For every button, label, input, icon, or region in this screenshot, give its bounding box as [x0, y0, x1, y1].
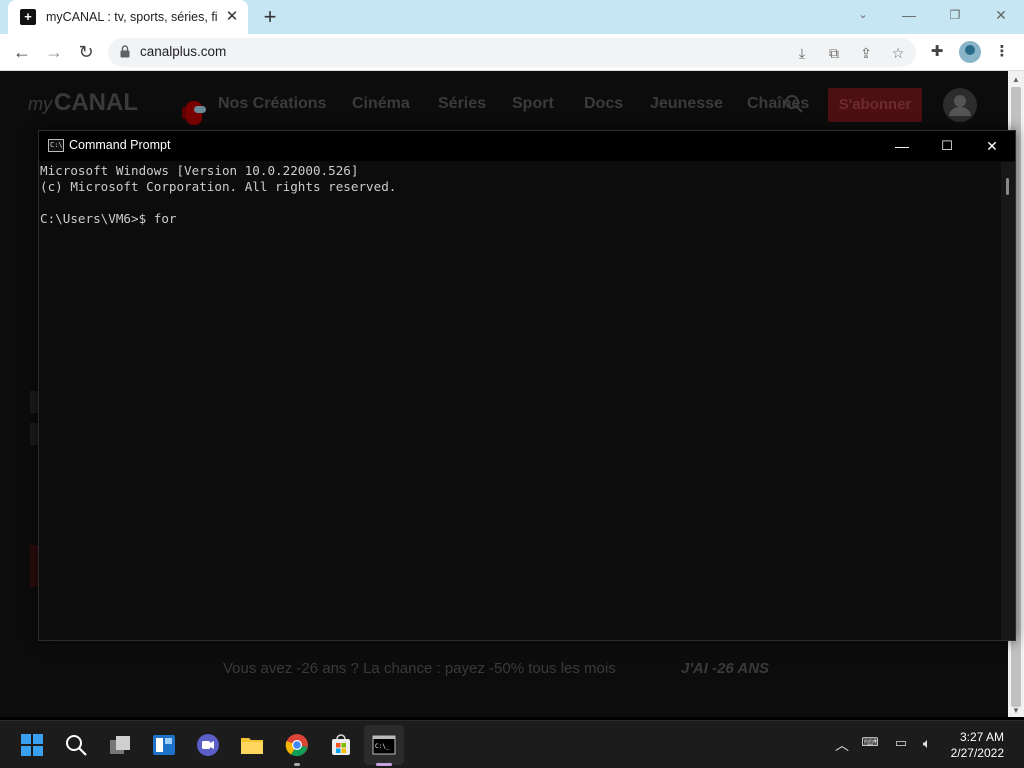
- task-view-icon[interactable]: [108, 733, 132, 757]
- teams-chat-icon[interactable]: [196, 733, 220, 757]
- microsoft-store-icon[interactable]: [329, 733, 353, 757]
- file-explorer-icon[interactable]: [240, 733, 264, 757]
- cmd-scrollbar-thumb[interactable]: [1006, 178, 1009, 195]
- network-icon[interactable]: ▭: [891, 735, 911, 751]
- chrome-running-indicator: [294, 763, 300, 766]
- subscribe-button[interactable]: S'abonner: [828, 88, 922, 122]
- url-text[interactable]: canalplus.com: [140, 44, 226, 59]
- widgets-icon[interactable]: [152, 733, 176, 757]
- new-tab-button[interactable]: +: [258, 5, 282, 29]
- profile-avatar-icon[interactable]: [959, 41, 981, 63]
- svg-text:C:\_: C:\_: [375, 743, 390, 750]
- mycanal-logo[interactable]: myCANAL: [28, 89, 138, 117]
- nav-sport[interactable]: Sport: [512, 95, 554, 113]
- scroll-down-icon[interactable]: ▼: [1012, 706, 1020, 715]
- nav-docs[interactable]: Docs: [584, 95, 623, 113]
- keyboard-icon[interactable]: ⌨: [860, 735, 880, 749]
- command-prompt-window[interactable]: C:\ Command Prompt — ☐ ✕ Microsoft Windo…: [38, 130, 1016, 641]
- start-windows-icon[interactable]: [20, 733, 44, 757]
- promo-text: Vous avez -26 ans ? La chance : payez -5…: [223, 660, 616, 677]
- scroll-up-icon[interactable]: ▲: [1012, 75, 1020, 84]
- tab-close-icon[interactable]: ✕: [224, 9, 240, 25]
- show-hidden-icons-chevron-icon[interactable]: ︿: [832, 735, 852, 755]
- forward-icon[interactable]: →: [41, 39, 67, 65]
- clock-time: 3:27 AM: [959, 730, 1004, 744]
- cmd-maximize-button[interactable]: ☐: [924, 131, 970, 161]
- user-icon: [949, 95, 971, 116]
- cmd-active-indicator: [376, 763, 392, 766]
- canal-favicon-icon: +: [20, 9, 36, 25]
- nav-series[interactable]: Séries: [438, 95, 486, 113]
- tab-search-icon[interactable]: ⌄: [840, 0, 886, 30]
- among-us-icon: [182, 101, 206, 125]
- restore-button[interactable]: ❐: [932, 0, 978, 30]
- bookmark-star-icon[interactable]: ☆: [888, 43, 908, 63]
- cmd-minimize-button[interactable]: —: [879, 131, 925, 161]
- browser-tab-mycanal[interactable]: + myCANAL : tv, sports, séries, film ✕: [8, 0, 248, 34]
- windows-taskbar: C:\_ ︿ ⌨ ▭ 🔈︎ 3:27 AM 2/27/2022: [0, 720, 1024, 768]
- cmd-close-button[interactable]: ✕: [969, 131, 1015, 161]
- nav-jeunesse[interactable]: Jeunesse: [650, 95, 723, 113]
- browser-toolbar: ← → ↻ canalplus.com ⤓ ⧉ ⇪ ☆ ✚ ⋮: [0, 34, 1024, 71]
- address-bar[interactable]: canalplus.com ⤓ ⧉ ⇪ ☆: [108, 38, 916, 67]
- console-output[interactable]: Microsoft Windows [Version 10.0.22000.52…: [39, 162, 1001, 640]
- cmd-titlebar[interactable]: C:\ Command Prompt — ☐ ✕: [39, 131, 1015, 161]
- account-avatar-icon[interactable]: [943, 88, 977, 122]
- tab-title: myCANAL : tv, sports, séries, film: [46, 10, 218, 24]
- command-prompt-taskbar-icon[interactable]: C:\_: [372, 733, 396, 757]
- browser-tabstrip: + myCANAL : tv, sports, séries, film ✕ +…: [0, 0, 1024, 34]
- reload-icon[interactable]: ↻: [73, 39, 99, 65]
- back-icon[interactable]: ←: [9, 39, 35, 65]
- minimize-button[interactable]: —: [886, 0, 932, 30]
- clock-date: 2/27/2022: [950, 746, 1004, 760]
- search-taskbar-icon[interactable]: [64, 733, 88, 757]
- volume-icon[interactable]: 🔈︎: [917, 735, 937, 752]
- console-line: (c) Microsoft Corporation. All rights re…: [40, 179, 397, 194]
- close-window-button[interactable]: ✕: [978, 0, 1024, 30]
- search-icon[interactable]: [784, 94, 804, 114]
- console-line: Microsoft Windows [Version 10.0.22000.52…: [40, 163, 359, 178]
- logo-my: my: [28, 94, 52, 114]
- cmd-scrollbar[interactable]: [1001, 162, 1015, 640]
- cmd-window-title: Command Prompt: [69, 138, 171, 152]
- promo-cta-link[interactable]: J'AI -26 ANS: [681, 660, 769, 677]
- install-app-icon[interactable]: ⤓: [792, 43, 812, 63]
- lock-icon: [120, 45, 130, 58]
- nav-nos-creations[interactable]: Nos Créations: [218, 95, 326, 113]
- extensions-icon[interactable]: ✚: [926, 41, 948, 63]
- logo-canal: CANAL: [54, 89, 138, 116]
- share-icon[interactable]: ⇪: [856, 43, 876, 63]
- chrome-icon[interactable]: [285, 733, 309, 757]
- cmd-app-icon: C:\: [48, 139, 64, 152]
- translate-icon[interactable]: ⧉: [824, 43, 844, 63]
- nav-cinema[interactable]: Cinéma: [352, 95, 410, 113]
- chrome-menu-icon[interactable]: ⋮: [991, 41, 1013, 63]
- console-prompt-line[interactable]: C:\Users\VM6>$ for: [40, 211, 1001, 227]
- system-clock[interactable]: 3:27 AM 2/27/2022: [951, 729, 1004, 761]
